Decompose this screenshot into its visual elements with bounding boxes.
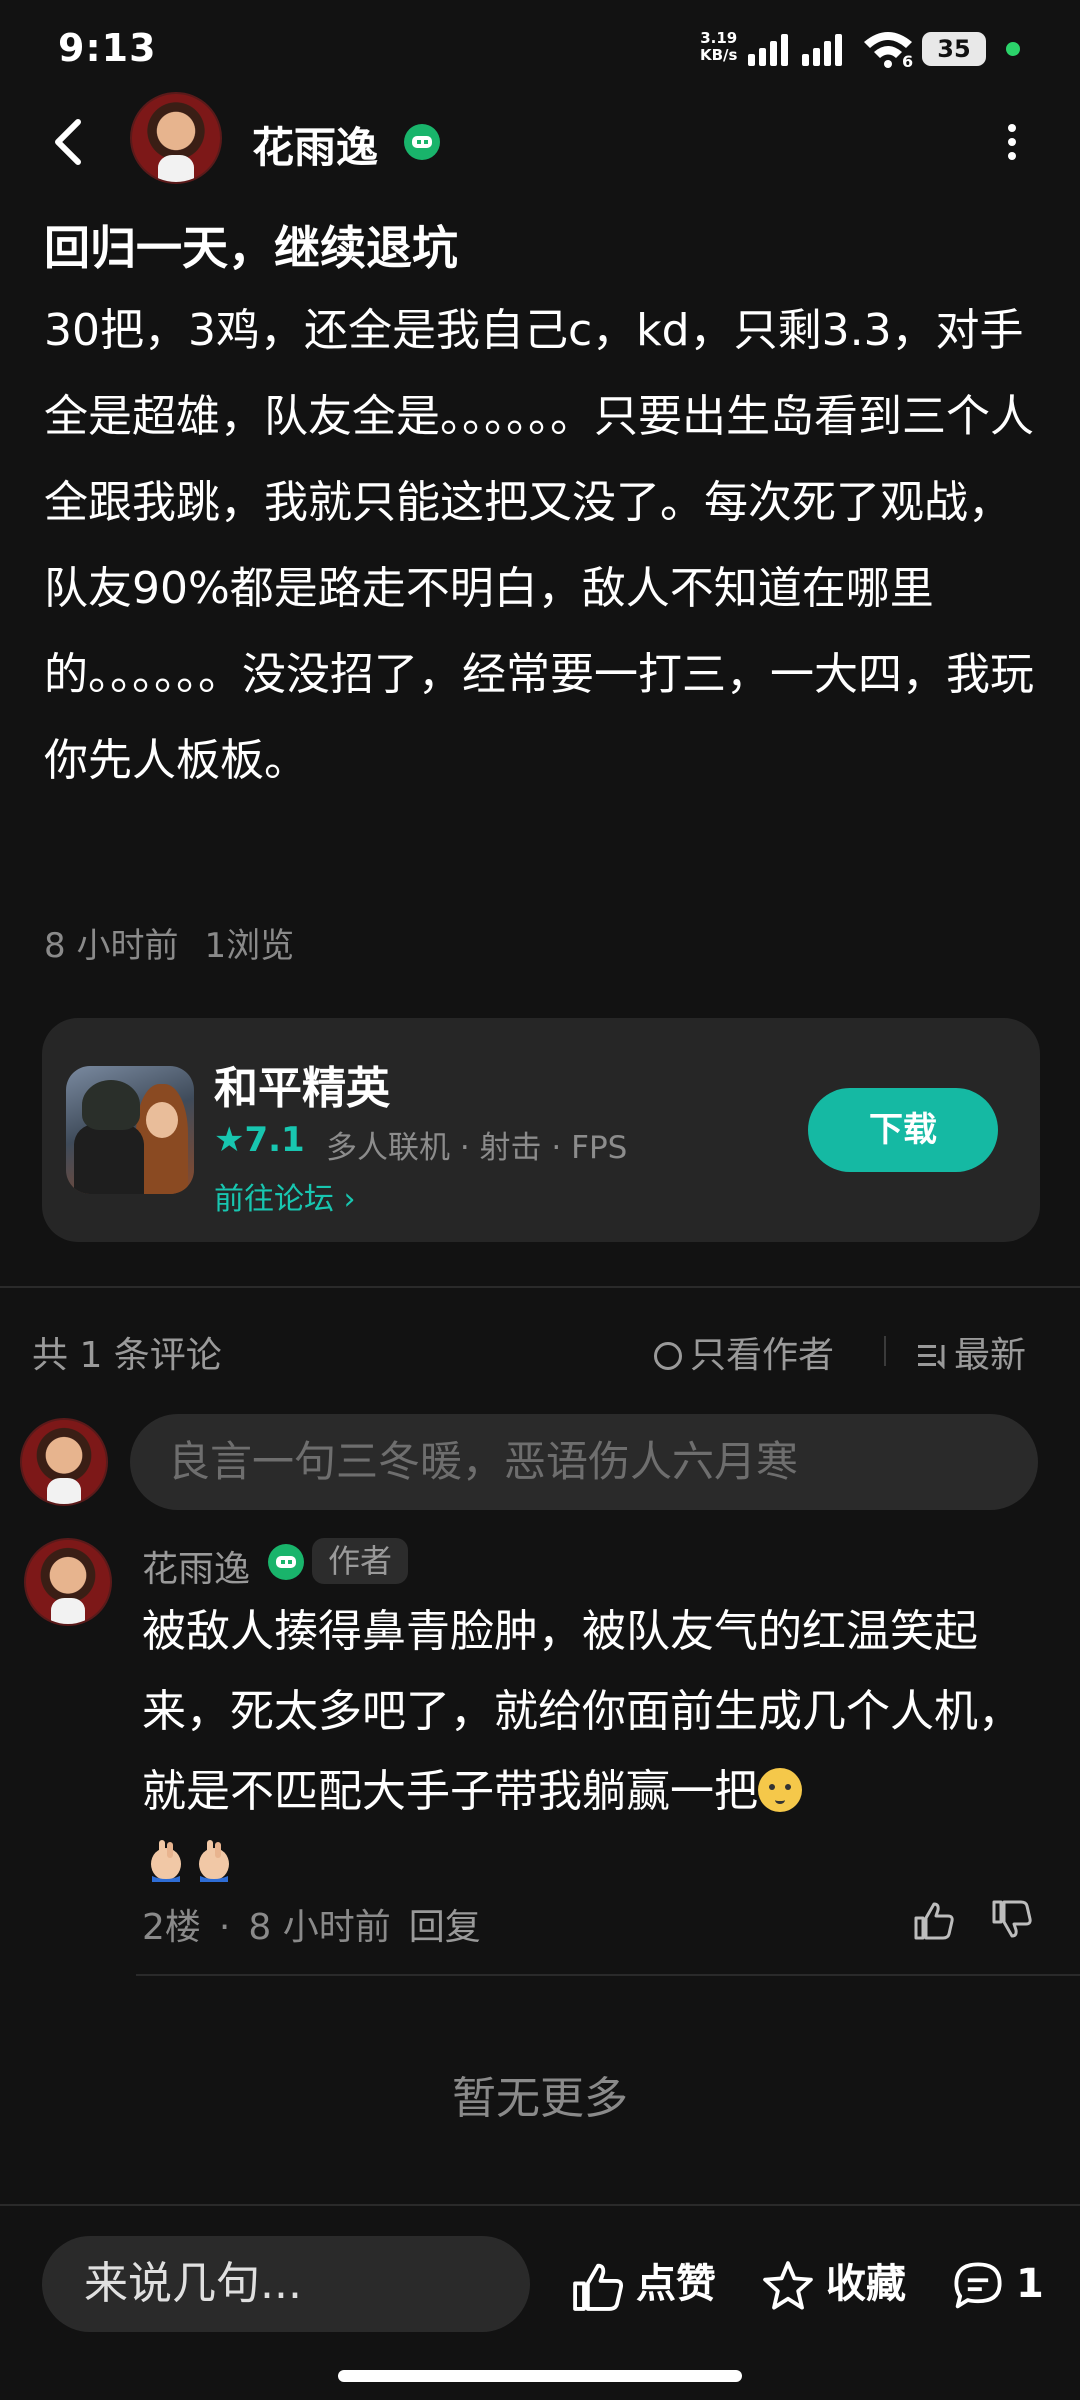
thumbs-down-icon[interactable]	[990, 1898, 1034, 1942]
status-bar: 9:13 3.19 KB/s 6 35	[0, 0, 1080, 96]
comment-text: 被敌人揍得鼻青脸肿，被队友气的红温笑起来，死太多吧了，就给你面前生成几个人机，就…	[142, 1606, 1022, 1817]
sort-latest-button[interactable]: 最新	[918, 1326, 1026, 1378]
signal-icon-2	[802, 34, 842, 66]
wifi-icon: 6	[862, 30, 914, 74]
comment-count-label: 1	[1016, 2261, 1044, 2307]
home-indicator[interactable]	[338, 2370, 742, 2382]
section-divider	[0, 1286, 1080, 1288]
thumbs-up-icon[interactable]	[912, 1898, 956, 1942]
thumbs-up-icon	[573, 2263, 624, 2311]
network-speed: 3.19 KB/s	[700, 29, 738, 64]
wifi-label: 6	[902, 52, 914, 71]
comment-button[interactable]: 1	[950, 2252, 1044, 2316]
commenter-avatar[interactable]	[24, 1538, 112, 1626]
sort-label: 最新	[954, 1335, 1027, 1376]
more-dot-icon	[1008, 152, 1016, 160]
no-more-text: 暂无更多	[452, 2073, 628, 2124]
clapping-hands-emoji-icon	[151, 1840, 181, 1882]
game-controller-badge-icon	[268, 1544, 304, 1580]
favorite-button[interactable]: 收藏	[760, 2252, 906, 2316]
divider	[884, 1336, 886, 1366]
bottom-comment-input[interactable]: 来说几句...	[42, 2236, 530, 2332]
game-rating: ★7.1	[214, 1120, 305, 1160]
comment-meta: 2楼 · 8 小时前 回复	[142, 1898, 499, 1950]
author-avatar[interactable]	[130, 92, 222, 184]
game-app-icon[interactable]	[66, 1066, 194, 1194]
game-tags: 多人联机 · 射击 · FPS	[326, 1130, 628, 1166]
sort-icon	[918, 1345, 945, 1369]
game-controller-badge-icon	[404, 124, 440, 160]
like-button[interactable]: 点赞	[570, 2252, 716, 2316]
post-title: 回归一天，继续退坑	[44, 221, 458, 275]
post-meta: 8 小时前 1浏览	[44, 918, 320, 967]
comment-count: 共 1 条评论	[32, 1335, 222, 1376]
comment-bubble-icon	[954, 2262, 1002, 2309]
download-button[interactable]: 下载	[808, 1088, 998, 1172]
game-name[interactable]: 和平精英	[214, 1052, 390, 1116]
radio-circle-icon	[654, 1342, 682, 1370]
post-views: 1浏览	[204, 926, 295, 966]
post-detail-screen: 9:13 3.19 KB/s 6 35 花雨逸 回归一天，继续退坑 30把，3鸡…	[0, 0, 1080, 2400]
like-label: 点赞	[636, 2261, 716, 2307]
post-body: 30把，3鸡，还全是我自己c，kd，只剩3.3，对手全是超雄，队友全是。。。。。…	[44, 305, 1034, 786]
post-time: 8 小时前	[44, 926, 179, 966]
author-only-label: 只看作者	[690, 1335, 835, 1376]
back-button[interactable]	[44, 112, 94, 172]
author-tag: 作者	[312, 1538, 409, 1584]
battery-icon: 35	[922, 32, 986, 66]
status-time: 9:13	[58, 26, 157, 70]
more-options-button[interactable]	[1000, 124, 1024, 164]
forum-link[interactable]: 前往论坛 ›	[214, 1174, 356, 1218]
charging-dot	[1006, 42, 1020, 56]
current-user-avatar	[20, 1418, 108, 1506]
clapping-hands-emoji-icon	[199, 1840, 229, 1882]
favorite-label: 收藏	[826, 2261, 906, 2307]
game-card[interactable]: 和平精英 ★7.1 多人联机 · 射击 · FPS 前往论坛 › 下载	[42, 1018, 1040, 1242]
author-name[interactable]: 花雨逸	[252, 114, 378, 175]
comment-floor: 2楼	[142, 1907, 201, 1948]
bottom-bar-divider	[0, 2204, 1080, 2206]
star-icon	[763, 2261, 813, 2310]
signal-icon	[748, 34, 788, 66]
smiling-face-emoji-icon	[758, 1768, 802, 1812]
back-arrow-icon	[55, 119, 81, 165]
comment-time: 8 小时前	[248, 1907, 391, 1948]
comment-divider	[136, 1974, 1080, 1976]
author-only-toggle[interactable]: 只看作者	[654, 1326, 834, 1378]
reply-button[interactable]: 回复	[409, 1907, 481, 1948]
commenter-name[interactable]: 花雨逸	[142, 1540, 250, 1592]
meta-dot: ·	[218, 1907, 231, 1948]
more-dot-icon	[1008, 138, 1016, 146]
more-dot-icon	[1008, 124, 1016, 132]
comment-input[interactable]: 良言一句三冬暖，恶语伤人六月寒	[130, 1414, 1038, 1510]
